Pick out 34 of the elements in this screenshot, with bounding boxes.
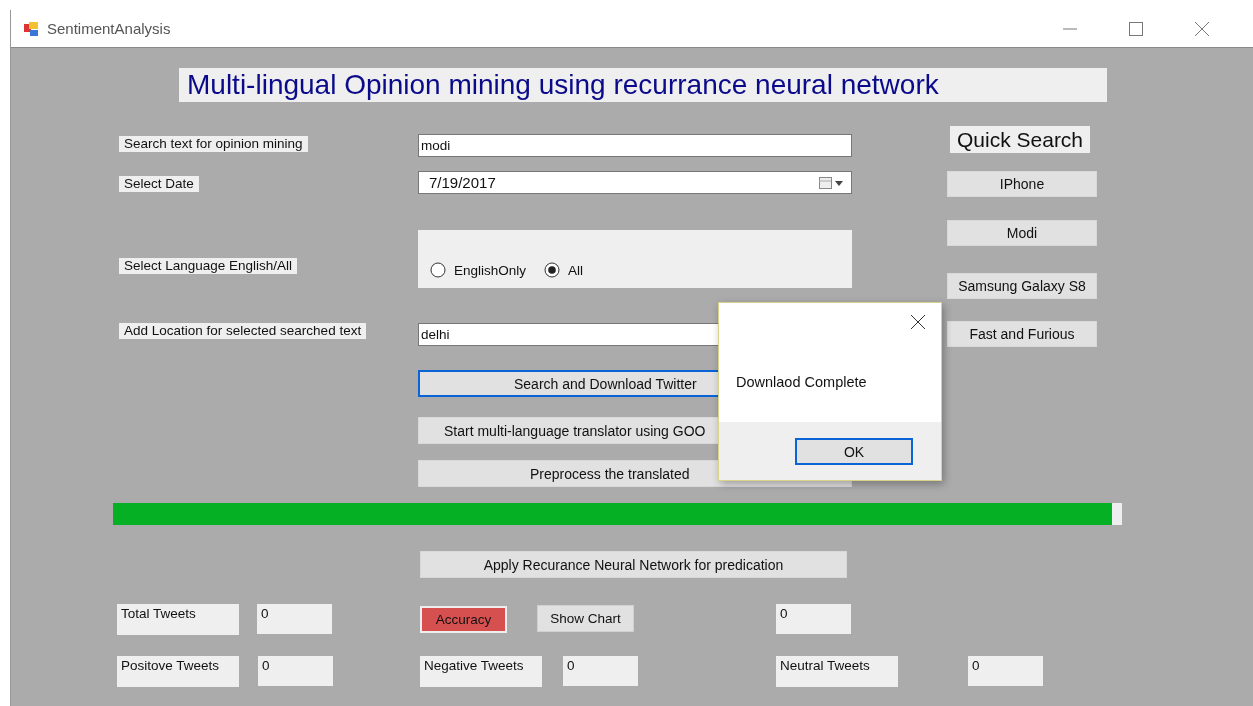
form-heading: Multi-lingual Opinion mining using recurrance neural network: [179, 68, 1107, 102]
stat-value-field: 0: [776, 604, 851, 634]
radio-button-icon[interactable]: [544, 262, 561, 278]
apply-button[interactable]: Apply Recurance Neural Network for predication: [420, 551, 847, 578]
field-label: Search text for opinion mining: [119, 136, 308, 152]
stat-value-field: 0: [257, 604, 332, 634]
stat-value-field: 0: [968, 656, 1043, 686]
stat-label: Positove Tweets: [117, 656, 239, 687]
app-icon: [23, 20, 39, 37]
radio-option[interactable]: EnglishOnly: [430, 262, 527, 278]
field-label: Add Location for selected searched text: [119, 323, 367, 339]
chart-button[interactable]: Show Chart: [537, 605, 634, 632]
quick-search-heading: Quick Search: [950, 126, 1091, 153]
maximize-icon[interactable]: [1129, 21, 1143, 36]
field-label: Select Language English/All: [119, 258, 298, 274]
window-title: SentimentAnalysis: [47, 20, 171, 37]
stat-label: Total Tweets: [117, 604, 239, 635]
ok-button[interactable]: OK: [795, 438, 913, 465]
stat-label: Negative Tweets: [420, 656, 542, 687]
stat-value-field: 0: [563, 656, 638, 686]
quick-search-button[interactable]: Samsung Galaxy S8: [947, 273, 1097, 299]
close-icon[interactable]: [911, 315, 925, 329]
quick-search-button[interactable]: IPhone: [947, 171, 1097, 197]
accuracy-button[interactable]: Accuracy: [420, 606, 507, 633]
calendar-dropdown-icon[interactable]: [819, 176, 845, 189]
stat-label: Neutral Tweets: [776, 656, 898, 687]
quick-search-button[interactable]: Fast and Furious: [947, 321, 1097, 347]
quick-search-button[interactable]: Modi: [947, 220, 1097, 246]
date-picker[interactable]: 7/19/2017: [418, 171, 852, 194]
radio-button-icon[interactable]: [430, 262, 446, 278]
field-label: Select Date: [119, 176, 199, 192]
radio-option[interactable]: All: [544, 262, 584, 278]
stat-value-field: 0: [258, 656, 333, 686]
text-field[interactable]: modi: [418, 134, 852, 157]
